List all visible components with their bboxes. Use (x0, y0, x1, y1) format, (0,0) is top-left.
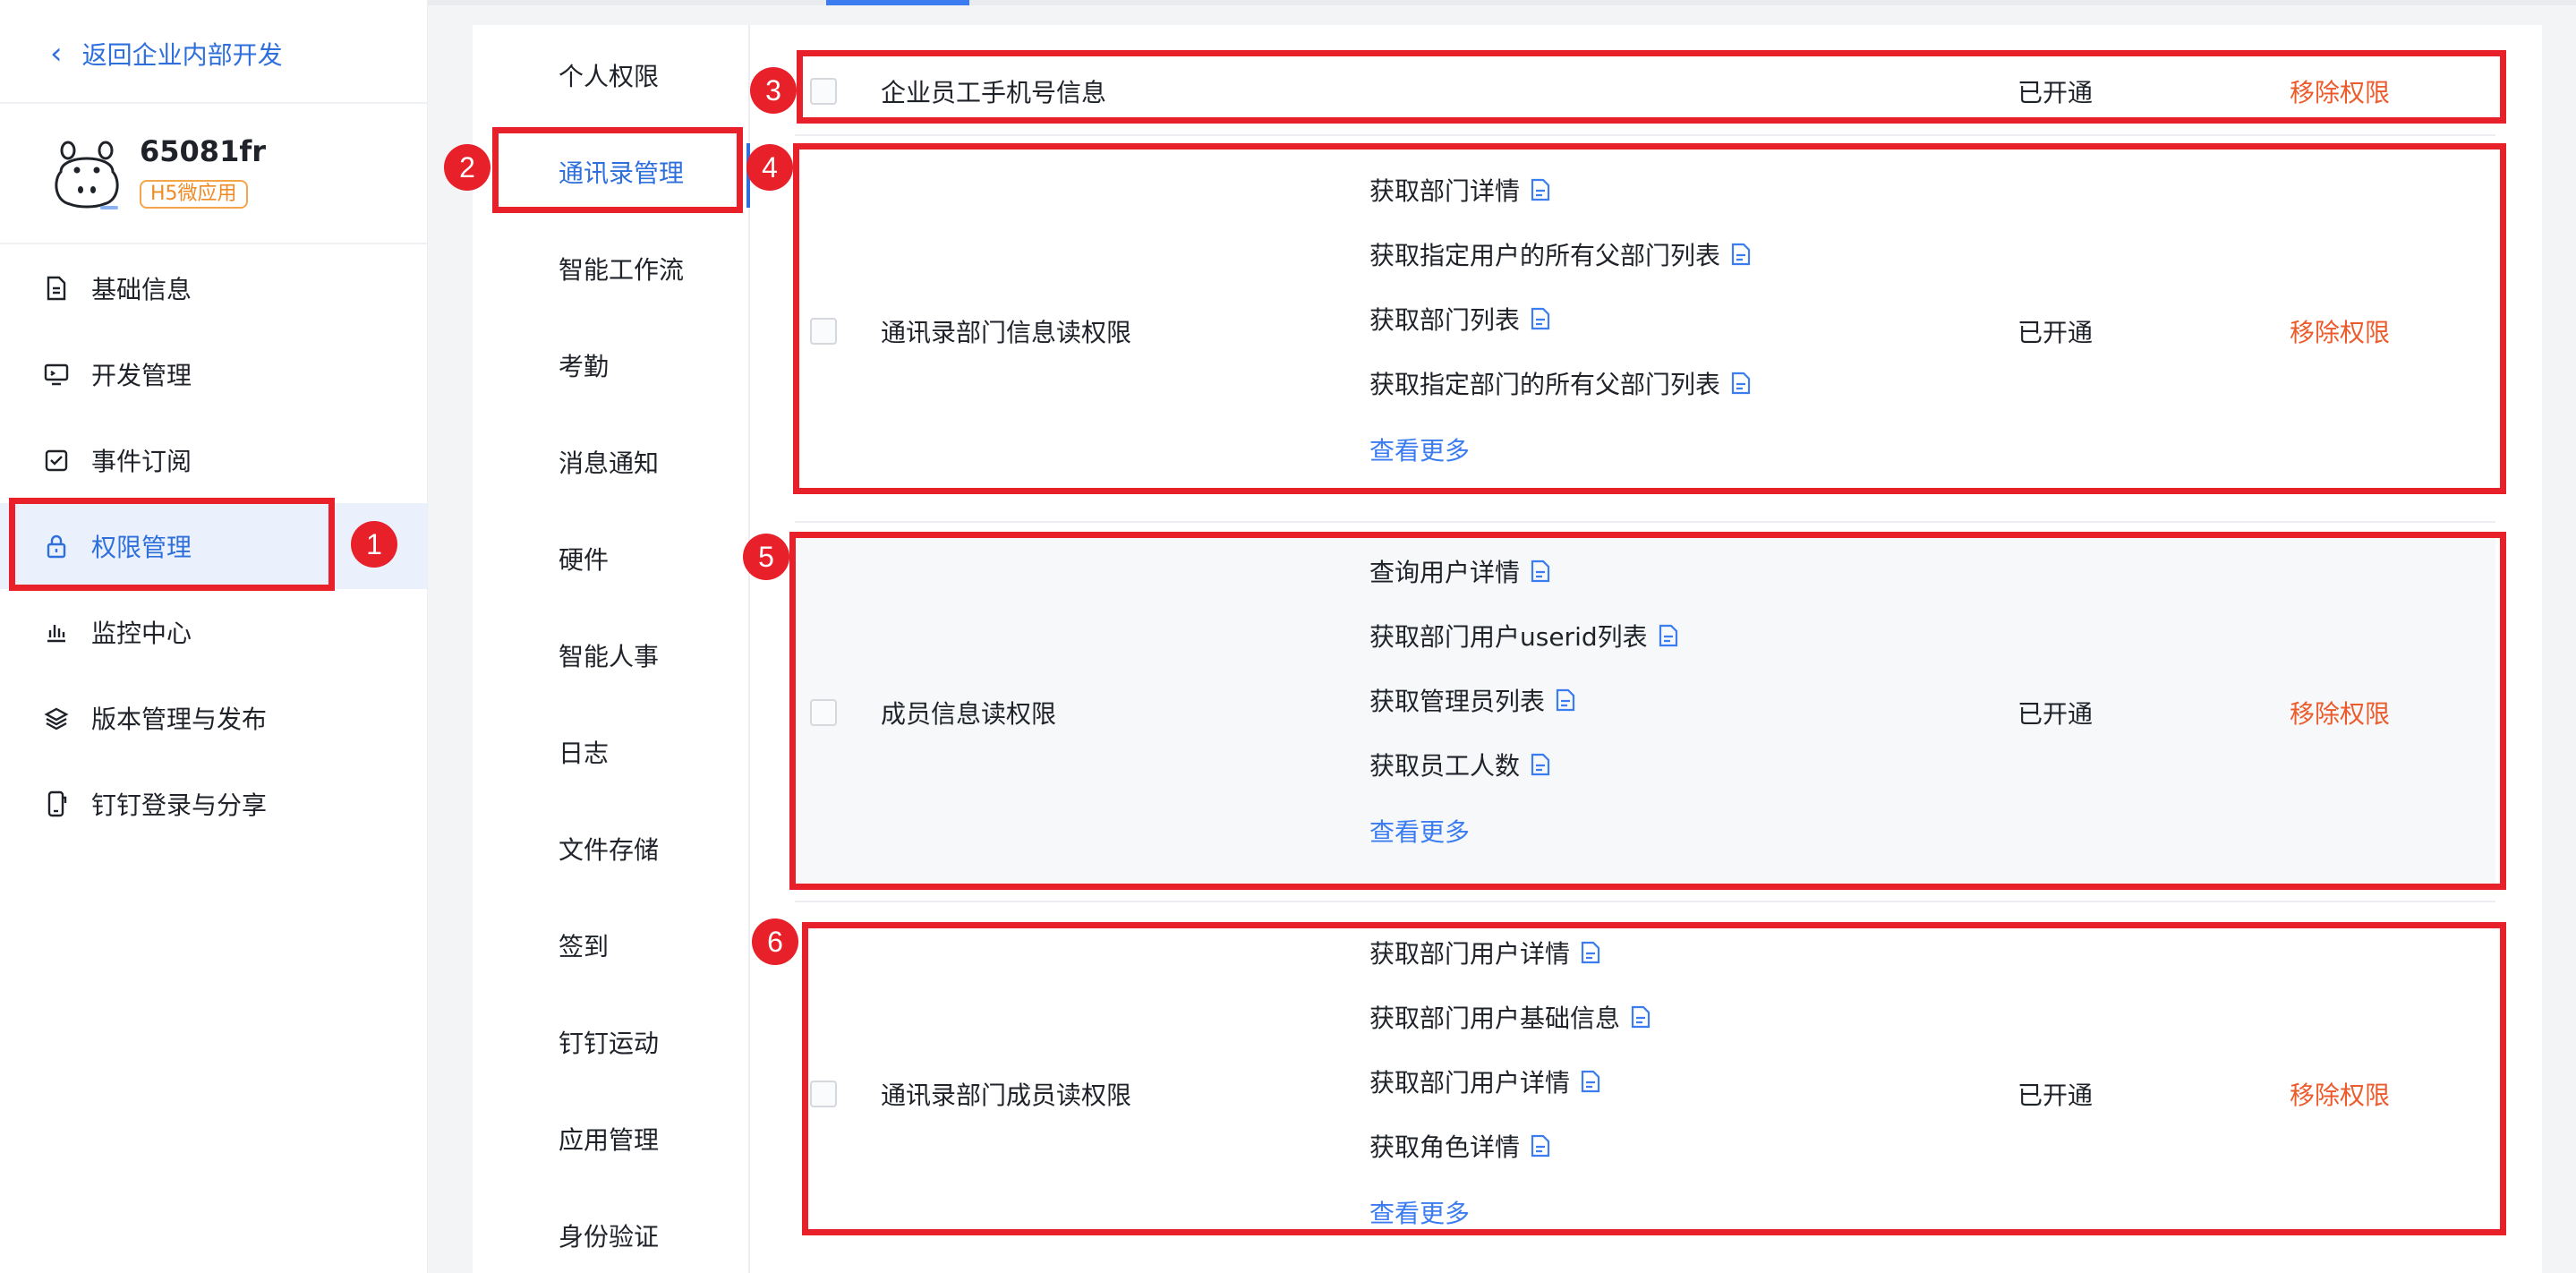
row-divider (795, 901, 2495, 902)
sidebar-item-label: 开发管理 (91, 361, 192, 390)
api-item: 获取管理员列表 (1369, 682, 1575, 718)
annotation-badge-6: 6 (752, 918, 798, 965)
api-item: 获取部门用户基础信息 (1369, 999, 1651, 1035)
api-item: 获取指定用户的所有父部门列表 (1369, 236, 1751, 272)
sidebar-item-label: 监控中心 (91, 619, 192, 648)
view-more-link[interactable]: 查看更多 (1369, 431, 1470, 467)
api-doc-icon[interactable] (1731, 372, 1751, 395)
chevron-left-icon: ‹ (50, 36, 63, 72)
api-doc-icon[interactable] (1556, 688, 1575, 712)
category-smart-hr[interactable]: 智能人事 (473, 628, 748, 682)
api-doc-icon[interactable] (1581, 1070, 1600, 1093)
api-doc-icon[interactable] (1531, 1134, 1550, 1158)
remove-permission-link[interactable]: 移除权限 (2290, 313, 2390, 349)
api-doc-icon[interactable] (1531, 307, 1550, 330)
sidebar-item-label: 事件订阅 (91, 447, 192, 476)
api-item: 获取部门用户详情 (1369, 1064, 1600, 1099)
annotation-badge-3: 3 (750, 67, 797, 114)
annotation-badge-2: 2 (444, 144, 490, 191)
permission-name: 通讯录部门成员读权限 (881, 1081, 1132, 1110)
api-doc-icon[interactable] (1631, 1005, 1651, 1029)
api-item: 查询用户详情 (1369, 553, 1550, 589)
row-divider (795, 521, 2495, 523)
sidebar-item-monitoring[interactable]: 监控中心 (0, 589, 427, 675)
status-text: 已开通 (2017, 699, 2094, 729)
api-doc-icon[interactable] (1659, 624, 1678, 647)
category-hardware[interactable]: 硬件 (473, 532, 748, 585)
api-doc-icon[interactable] (1531, 560, 1550, 583)
category-app-management[interactable]: 应用管理 (473, 1112, 748, 1166)
api-item: 获取部门列表 (1369, 301, 1550, 337)
divider (0, 102, 427, 104)
app-type-badge: H5微应用 (140, 180, 248, 209)
subscribe-icon (43, 447, 70, 474)
back-link[interactable]: ‹ 返回企业内部开发 (50, 32, 283, 75)
api-item: 获取部门详情 (1369, 172, 1550, 208)
sidebar-item-label: 版本管理与发布 (91, 705, 268, 734)
annotation-badge-5: 5 (743, 534, 789, 580)
api-doc-icon[interactable] (1531, 753, 1550, 776)
annotation-badge-4: 4 (746, 144, 793, 191)
remove-permission-link[interactable]: 移除权限 (2290, 695, 2390, 730)
remove-permission-link[interactable]: 移除权限 (2290, 73, 2390, 109)
sidebar-item-label: 基础信息 (91, 275, 192, 304)
row-checkbox[interactable] (810, 699, 837, 726)
api-doc-icon[interactable] (1731, 243, 1751, 266)
category-checkin[interactable]: 签到 (473, 918, 748, 972)
sidebar-item-label: 钉钉登录与分享 (91, 790, 268, 820)
category-file-storage[interactable]: 文件存储 (473, 822, 748, 876)
api-item: 获取员工人数 (1369, 747, 1550, 782)
hippo-logo-icon (55, 141, 119, 209)
row-checkbox[interactable] (810, 78, 837, 105)
divider (0, 243, 427, 244)
api-item: 获取指定部门的所有父部门列表 (1369, 365, 1751, 401)
category-personal[interactable]: 个人权限 (473, 48, 748, 102)
api-item: 获取部门用户userid列表 (1369, 618, 1678, 654)
category-attendance[interactable]: 考勤 (473, 338, 748, 392)
row-checkbox[interactable] (810, 318, 837, 345)
category-contacts[interactable]: 通讯录管理 (473, 145, 748, 199)
remove-permission-link[interactable]: 移除权限 (2290, 1076, 2390, 1112)
permission-name: 企业员工手机号信息 (881, 78, 1107, 107)
sidebar-item-label: 权限管理 (91, 533, 192, 562)
sidebar-item-event-subscription[interactable]: 事件订阅 (0, 417, 427, 503)
permission-name: 成员信息读权限 (881, 699, 1057, 729)
top-tab-indicator (826, 0, 969, 5)
api-doc-icon[interactable] (1531, 178, 1550, 201)
row-divider (795, 134, 2495, 136)
category-log[interactable]: 日志 (473, 725, 748, 779)
layers-icon (43, 705, 70, 731)
api-item: 获取部门用户详情 (1369, 935, 1600, 970)
phone-share-icon (43, 790, 70, 817)
sidebar-item-version-release[interactable]: 版本管理与发布 (0, 675, 427, 761)
status-text: 已开通 (2017, 78, 2094, 107)
document-icon (43, 275, 70, 302)
lock-icon (43, 533, 70, 560)
category-notifications[interactable]: 消息通知 (473, 435, 748, 489)
category-identity-verification[interactable]: 身份验证 (473, 1209, 748, 1262)
sidebar-item-basic-info[interactable]: 基础信息 (0, 245, 427, 331)
status-text: 已开通 (2017, 1081, 2094, 1110)
view-more-link[interactable]: 查看更多 (1369, 1194, 1470, 1230)
category-smart-workflow[interactable]: 智能工作流 (473, 242, 748, 295)
app-avatar (48, 134, 125, 211)
status-text: 已开通 (2017, 318, 2094, 347)
monitor-icon (43, 361, 70, 388)
api-item: 获取角色详情 (1369, 1128, 1550, 1164)
row-checkbox[interactable] (810, 1081, 837, 1107)
category-dingtalk-sport[interactable]: 钉钉运动 (473, 1015, 748, 1069)
sidebar-item-dev-management[interactable]: 开发管理 (0, 331, 427, 417)
back-link-label: 返回企业内部开发 (81, 40, 283, 70)
annotation-badge-1: 1 (351, 521, 397, 568)
bar-chart-icon (43, 619, 70, 645)
app-name: 65081fr (140, 134, 267, 168)
permission-name: 通讯录部门信息读权限 (881, 318, 1132, 347)
view-more-link[interactable]: 查看更多 (1369, 813, 1470, 849)
sidebar-item-dingtalk-login-share[interactable]: 钉钉登录与分享 (0, 761, 427, 847)
api-doc-icon[interactable] (1581, 941, 1600, 964)
